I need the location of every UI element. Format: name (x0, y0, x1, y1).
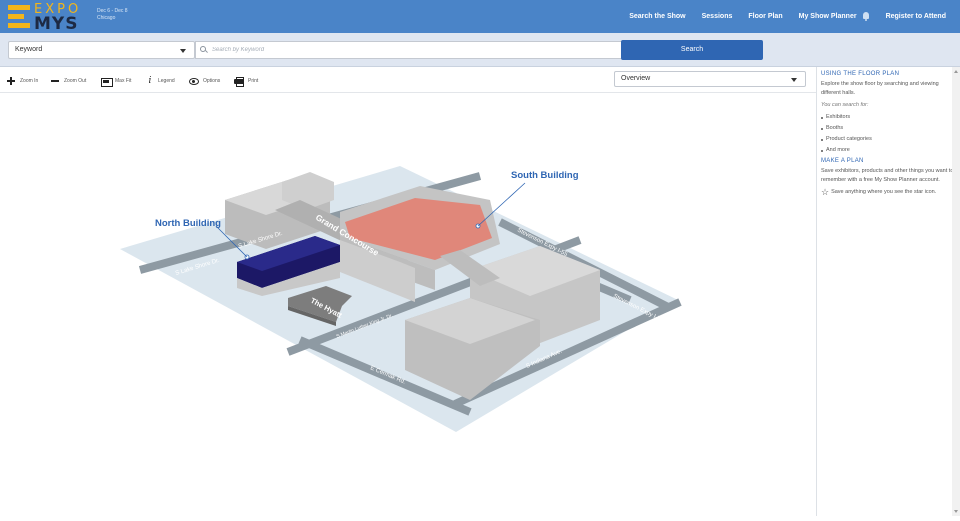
scroll-up-arrow-icon[interactable] (954, 70, 958, 73)
help-star-text: Save anything where you see the star ico… (831, 189, 937, 195)
list-item: Booths (821, 123, 954, 134)
help-heading-using: USING THE FLOOR PLAN (821, 71, 900, 77)
zoom-in-label: Zoom In (20, 78, 39, 84)
eye-icon (189, 76, 199, 86)
logo-e-mark-icon (8, 5, 30, 28)
max-fit-label: Max Fit (115, 78, 132, 84)
nav-my-show-planner[interactable]: My Show Planner (799, 12, 870, 21)
floor-plan-help-sidebar: USING THE FLOOR PLAN Explore the show fl… (816, 67, 960, 516)
south-building-label: South Building (511, 170, 579, 181)
help-intro-text: Explore the show floor by searching and … (821, 81, 939, 96)
list-item: Exhibitors (821, 112, 954, 123)
zoom-out-button[interactable]: Zoom Out (50, 75, 86, 87)
event-dates: Dec 6 - Dec 8 (97, 8, 128, 14)
list-item: And more (821, 145, 954, 156)
help-star-line: ☆ Save anything where you see the star i… (821, 188, 954, 197)
nav-my-show-planner-label: My Show Planner (798, 13, 857, 20)
info-icon: i (148, 76, 152, 86)
max-fit-button[interactable]: Max Fit (101, 75, 131, 87)
logo-text-mys: MYS (34, 14, 79, 34)
search-icon (200, 46, 208, 54)
options-label: Options (203, 78, 221, 84)
nav-search-the-show[interactable]: Search the Show (629, 13, 685, 20)
print-label: Print (248, 78, 259, 84)
chevron-down-icon (791, 78, 797, 82)
sidebar-scrollbar[interactable] (952, 67, 960, 516)
help-heading-plan: MAKE A PLAN (821, 158, 864, 164)
main-nav: Search the Show Sessions Floor Plan My S… (629, 0, 946, 33)
minus-icon (50, 76, 60, 86)
search-input[interactable] (195, 41, 622, 59)
nav-register-to-attend[interactable]: Register to Attend (886, 13, 946, 20)
max-fit-icon (101, 76, 113, 87)
help-plan-text: Save exhibitors, products and other thin… (821, 168, 954, 183)
options-button[interactable]: Options (189, 75, 220, 87)
printer-icon (234, 76, 244, 87)
expo-mys-logo[interactable]: EXPO MYS (8, 2, 92, 34)
star-icon: ☆ (821, 187, 830, 197)
nav-floor-plan[interactable]: Floor Plan (748, 13, 782, 20)
print-button[interactable]: Print (234, 75, 258, 87)
event-city: Chicago (97, 15, 116, 21)
legend-button[interactable]: i Legend (146, 75, 175, 87)
search-button[interactable]: Search (621, 40, 763, 60)
nav-sessions[interactable]: Sessions (702, 13, 733, 20)
chevron-down-icon (180, 49, 186, 53)
zoom-out-label: Zoom Out (64, 78, 87, 84)
campus-map-svg: North Building South Building Grand Conc… (120, 166, 682, 432)
help-search-for: You can search for: (821, 102, 869, 108)
help-search-list: Exhibitors Booths Product categories And… (821, 112, 954, 156)
view-select-value: Overview (621, 75, 651, 82)
zoom-in-button[interactable]: Zoom In (6, 75, 38, 87)
legend-label: Legend (158, 78, 175, 84)
north-building-label: North Building (155, 218, 221, 229)
event-info: Dec 6 - Dec 8 Chicago (97, 8, 128, 22)
view-select[interactable]: Overview (614, 71, 806, 87)
list-item: Product categories (821, 134, 954, 145)
top-header: EXPO MYS Dec 6 - Dec 8 Chicago Search th… (0, 0, 960, 34)
scroll-down-arrow-icon[interactable] (954, 510, 958, 513)
search-type-select[interactable]: Keyword (8, 41, 195, 59)
bell-icon[interactable] (862, 12, 870, 21)
search-type-value: Keyword (15, 46, 43, 53)
floor-plan-map[interactable]: North Building South Building Grand Conc… (0, 94, 816, 516)
plus-icon (6, 76, 16, 86)
